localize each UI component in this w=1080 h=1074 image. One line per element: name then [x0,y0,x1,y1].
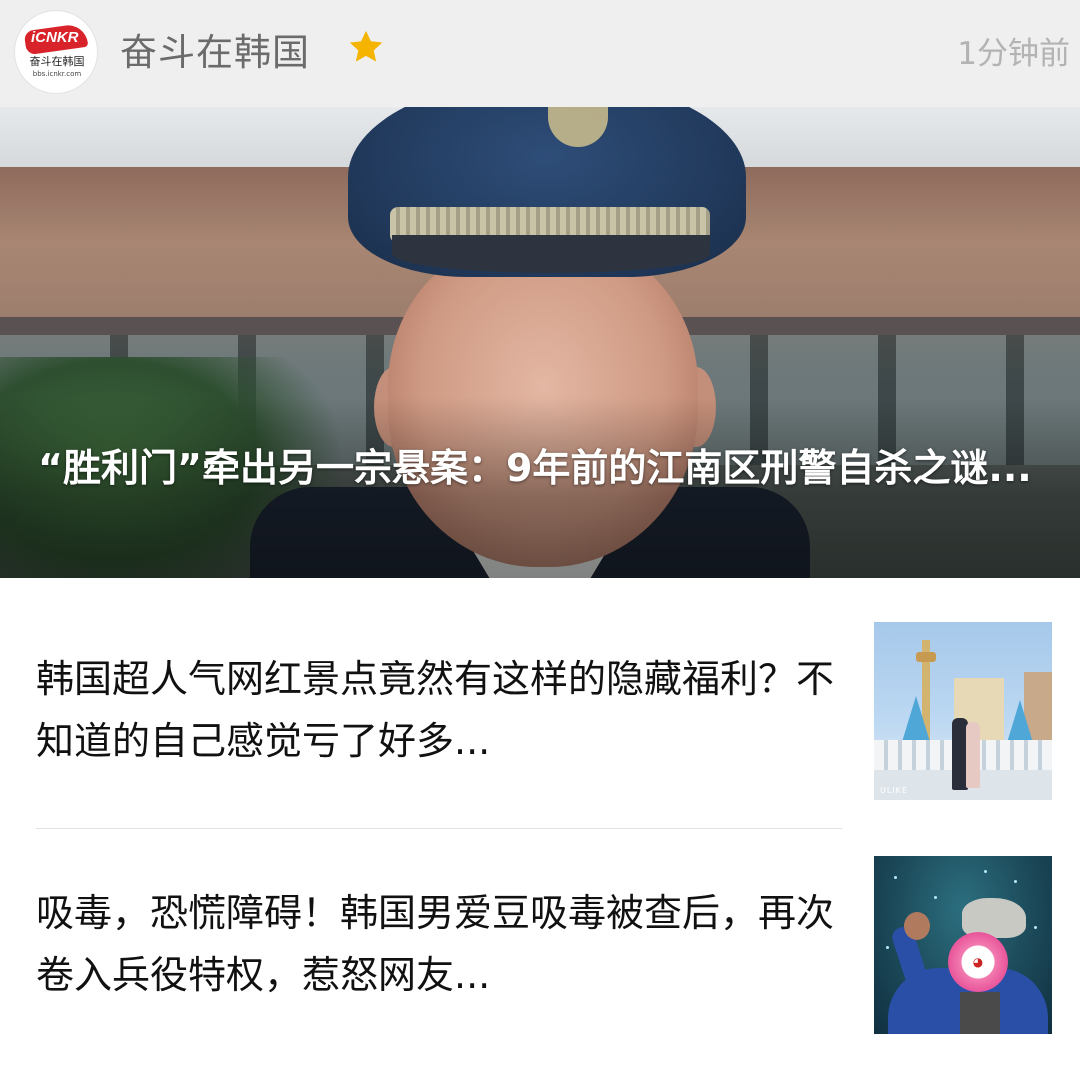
post-time: 1分钟前 [957,36,1070,72]
thumb-person-2 [966,722,980,788]
article-title-2[interactable]: 吸毒，恐慌障碍！韩国男爱豆吸毒被查后，再次卷入兵役特权，惹怒网友... [36,882,836,1006]
account-header: iCNKR 奋斗在韩国 bbs.icnkr.com 奋斗在韩国 1分钟前 [0,0,1080,107]
thumb-spire-left [902,696,930,742]
list-divider [36,828,842,829]
thumb-spark [934,896,937,899]
thumb-tower-cap [916,652,936,662]
logo-brand-text: iCNKR [31,29,79,46]
thumb-spark [886,946,889,949]
star-icon[interactable] [346,28,386,66]
hero-image-cap-visor [392,235,710,273]
account-name[interactable]: 奋斗在韩国 [120,22,310,76]
article-thumbnail-2[interactable]: ◕ [874,856,1052,1034]
hero-article-title[interactable]: “胜利门”牵出另一宗悬案：9年前的江南区刑警自杀之谜... [38,439,1048,497]
flower-face-icon: ◕ [972,955,984,969]
article-thumbnail-1[interactable]: ULIKE [874,622,1052,800]
article-title-1[interactable]: 韩国超人气网红景点竟然有这样的隐藏福利？不知道的自己感觉亏了好多... [36,648,836,772]
logo-brand-cn: 奋斗在韩国 [29,55,85,68]
logo-brand-url: bbs.icnkr.com [32,70,82,78]
thumb-spark [894,876,897,879]
thumb-spark [1034,926,1037,929]
hero-article[interactable]: “胜利门”牵出另一宗悬案：9年前的江南区刑警自杀之谜... [0,107,1080,578]
thumb-performer-shirt [960,992,1000,1034]
thumb-spark [984,870,987,873]
account-avatar[interactable]: iCNKR 奋斗在韩国 bbs.icnkr.com [14,10,98,94]
thumb-performer-hand [904,912,930,940]
thumb-spark [1014,880,1017,883]
thumb-watermark: ULIKE [880,786,908,795]
